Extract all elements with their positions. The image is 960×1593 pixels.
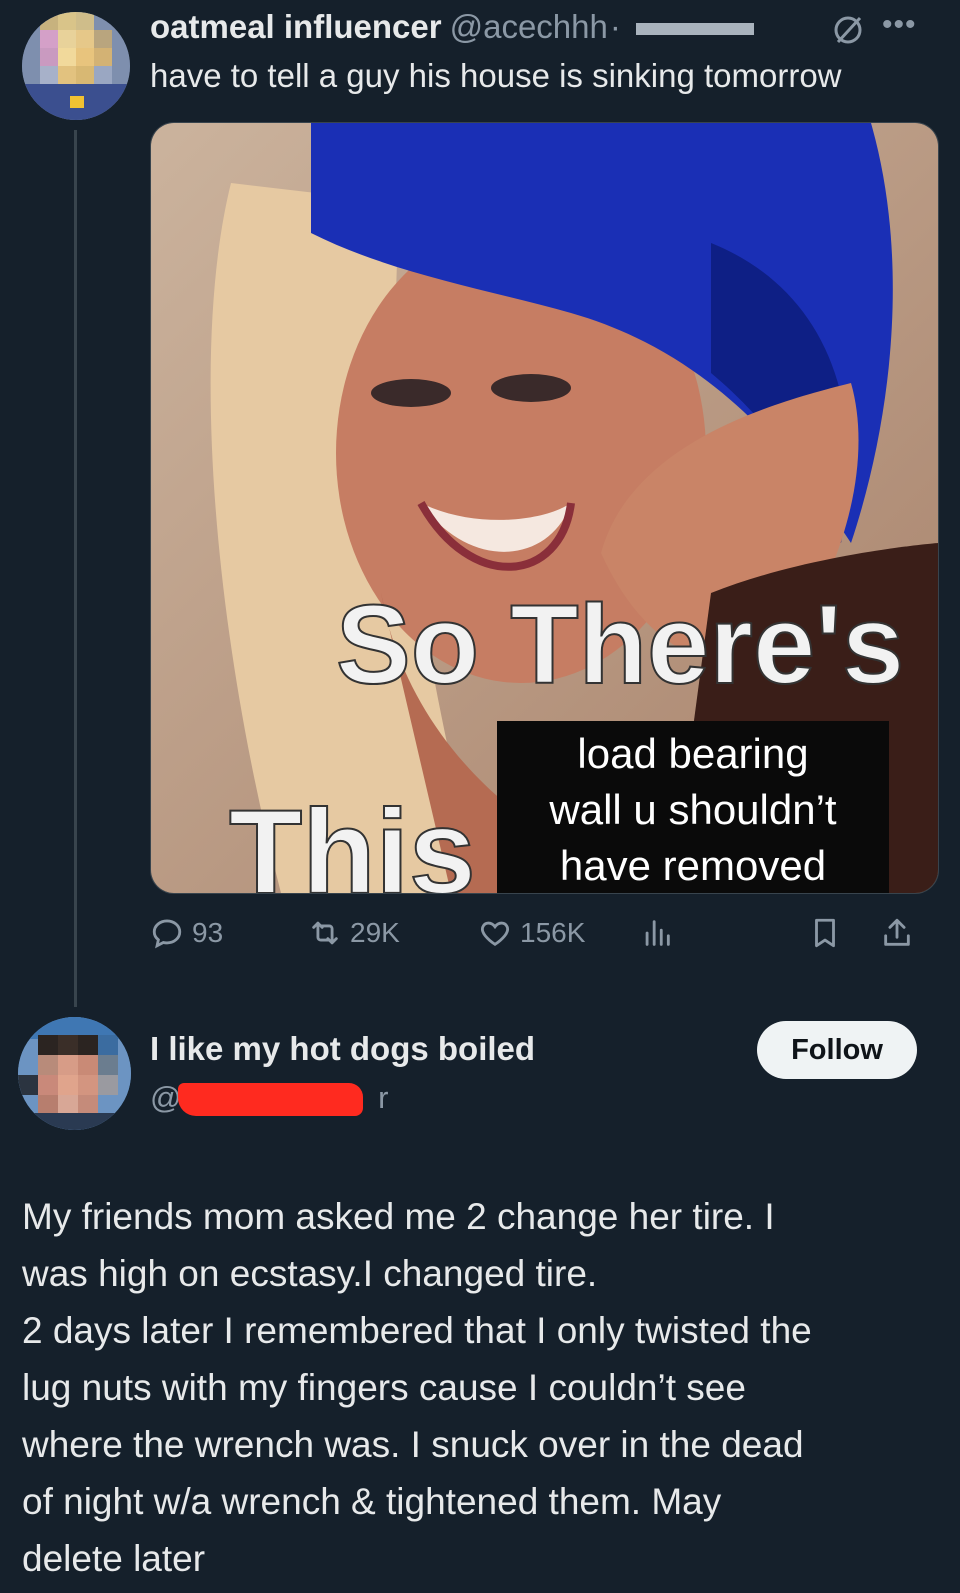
more-icon[interactable]: •••: [882, 8, 917, 42]
separator: ·: [609, 8, 621, 45]
overlay-caption-box: load bearing wall u shouldn’t have remov…: [497, 721, 889, 893]
caption-top: So There's: [336, 582, 904, 707]
heart-icon: [481, 921, 509, 947]
tweet-text: have to tell a guy his house is sinking …: [150, 57, 842, 94]
tweet-text-line: delete later: [22, 1538, 206, 1579]
retweet-count: 29K: [350, 917, 400, 948]
handle[interactable]: @acechhh: [450, 8, 608, 45]
follow-button[interactable]: Follow: [757, 1021, 917, 1079]
bookmark-icon: [815, 918, 835, 948]
avatar-pixelated-image: [22, 12, 130, 120]
avatar[interactable]: [22, 12, 130, 120]
redaction-mark: [178, 1083, 363, 1116]
avatar[interactable]: [18, 1017, 131, 1130]
tweet-text-line: of night w/a wrench & tightened them. Ma…: [22, 1481, 722, 1522]
tweet-actions-bar: 93 29K 156K: [150, 908, 937, 958]
tweet-text-line: lug nuts with my fingers cause I couldn’…: [22, 1367, 746, 1408]
overlay-line: have removed: [559, 842, 827, 889]
handle-suffix: r: [378, 1080, 389, 1115]
retweet-button[interactable]: 29K: [308, 908, 400, 958]
share-icon: [884, 918, 910, 946]
reply-button[interactable]: 93: [150, 908, 223, 958]
bookmark-button[interactable]: [808, 908, 850, 958]
display-name[interactable]: oatmeal influencer: [150, 8, 442, 45]
tweet-text-line: 2 days later I remembered that I only tw…: [22, 1310, 812, 1351]
tweet-text-line: My friends mom asked me 2 change her tir…: [22, 1196, 775, 1237]
overlay-line: load bearing: [577, 730, 809, 777]
share-button[interactable]: [880, 908, 922, 958]
reply-icon: [152, 919, 182, 949]
tweet-text: My friends mom asked me 2 change her tir…: [22, 1188, 942, 1587]
views-button[interactable]: [640, 908, 682, 958]
views-bar-icon: [645, 920, 670, 946]
tweet-header: oatmeal influencer @acechhh·: [150, 8, 940, 50]
caption-bottom: This: [229, 785, 476, 893]
tweet-text-line: was high on ecstasy.I changed tire.: [22, 1253, 598, 1294]
avatar-pixelated-image: [18, 1017, 131, 1130]
no-entry-icon: [834, 16, 862, 44]
tweet-media-image[interactable]: So There's This load bearing wall u shou…: [150, 122, 939, 894]
tweet-text-line: where the wrench was. I snuck over in th…: [22, 1424, 804, 1465]
like-count: 156K: [520, 917, 586, 948]
handle-prefix: @: [150, 1080, 182, 1115]
like-button[interactable]: 156K: [478, 908, 585, 958]
redacted-timestamp: [636, 23, 755, 36]
overlay-line: wall u shouldn’t: [549, 786, 837, 833]
retweet-icon: [312, 921, 338, 945]
reply-count: 93: [192, 917, 224, 948]
display-name[interactable]: I like my hot dogs boiled: [150, 1030, 535, 1068]
thread-connector-line: [74, 130, 77, 1007]
